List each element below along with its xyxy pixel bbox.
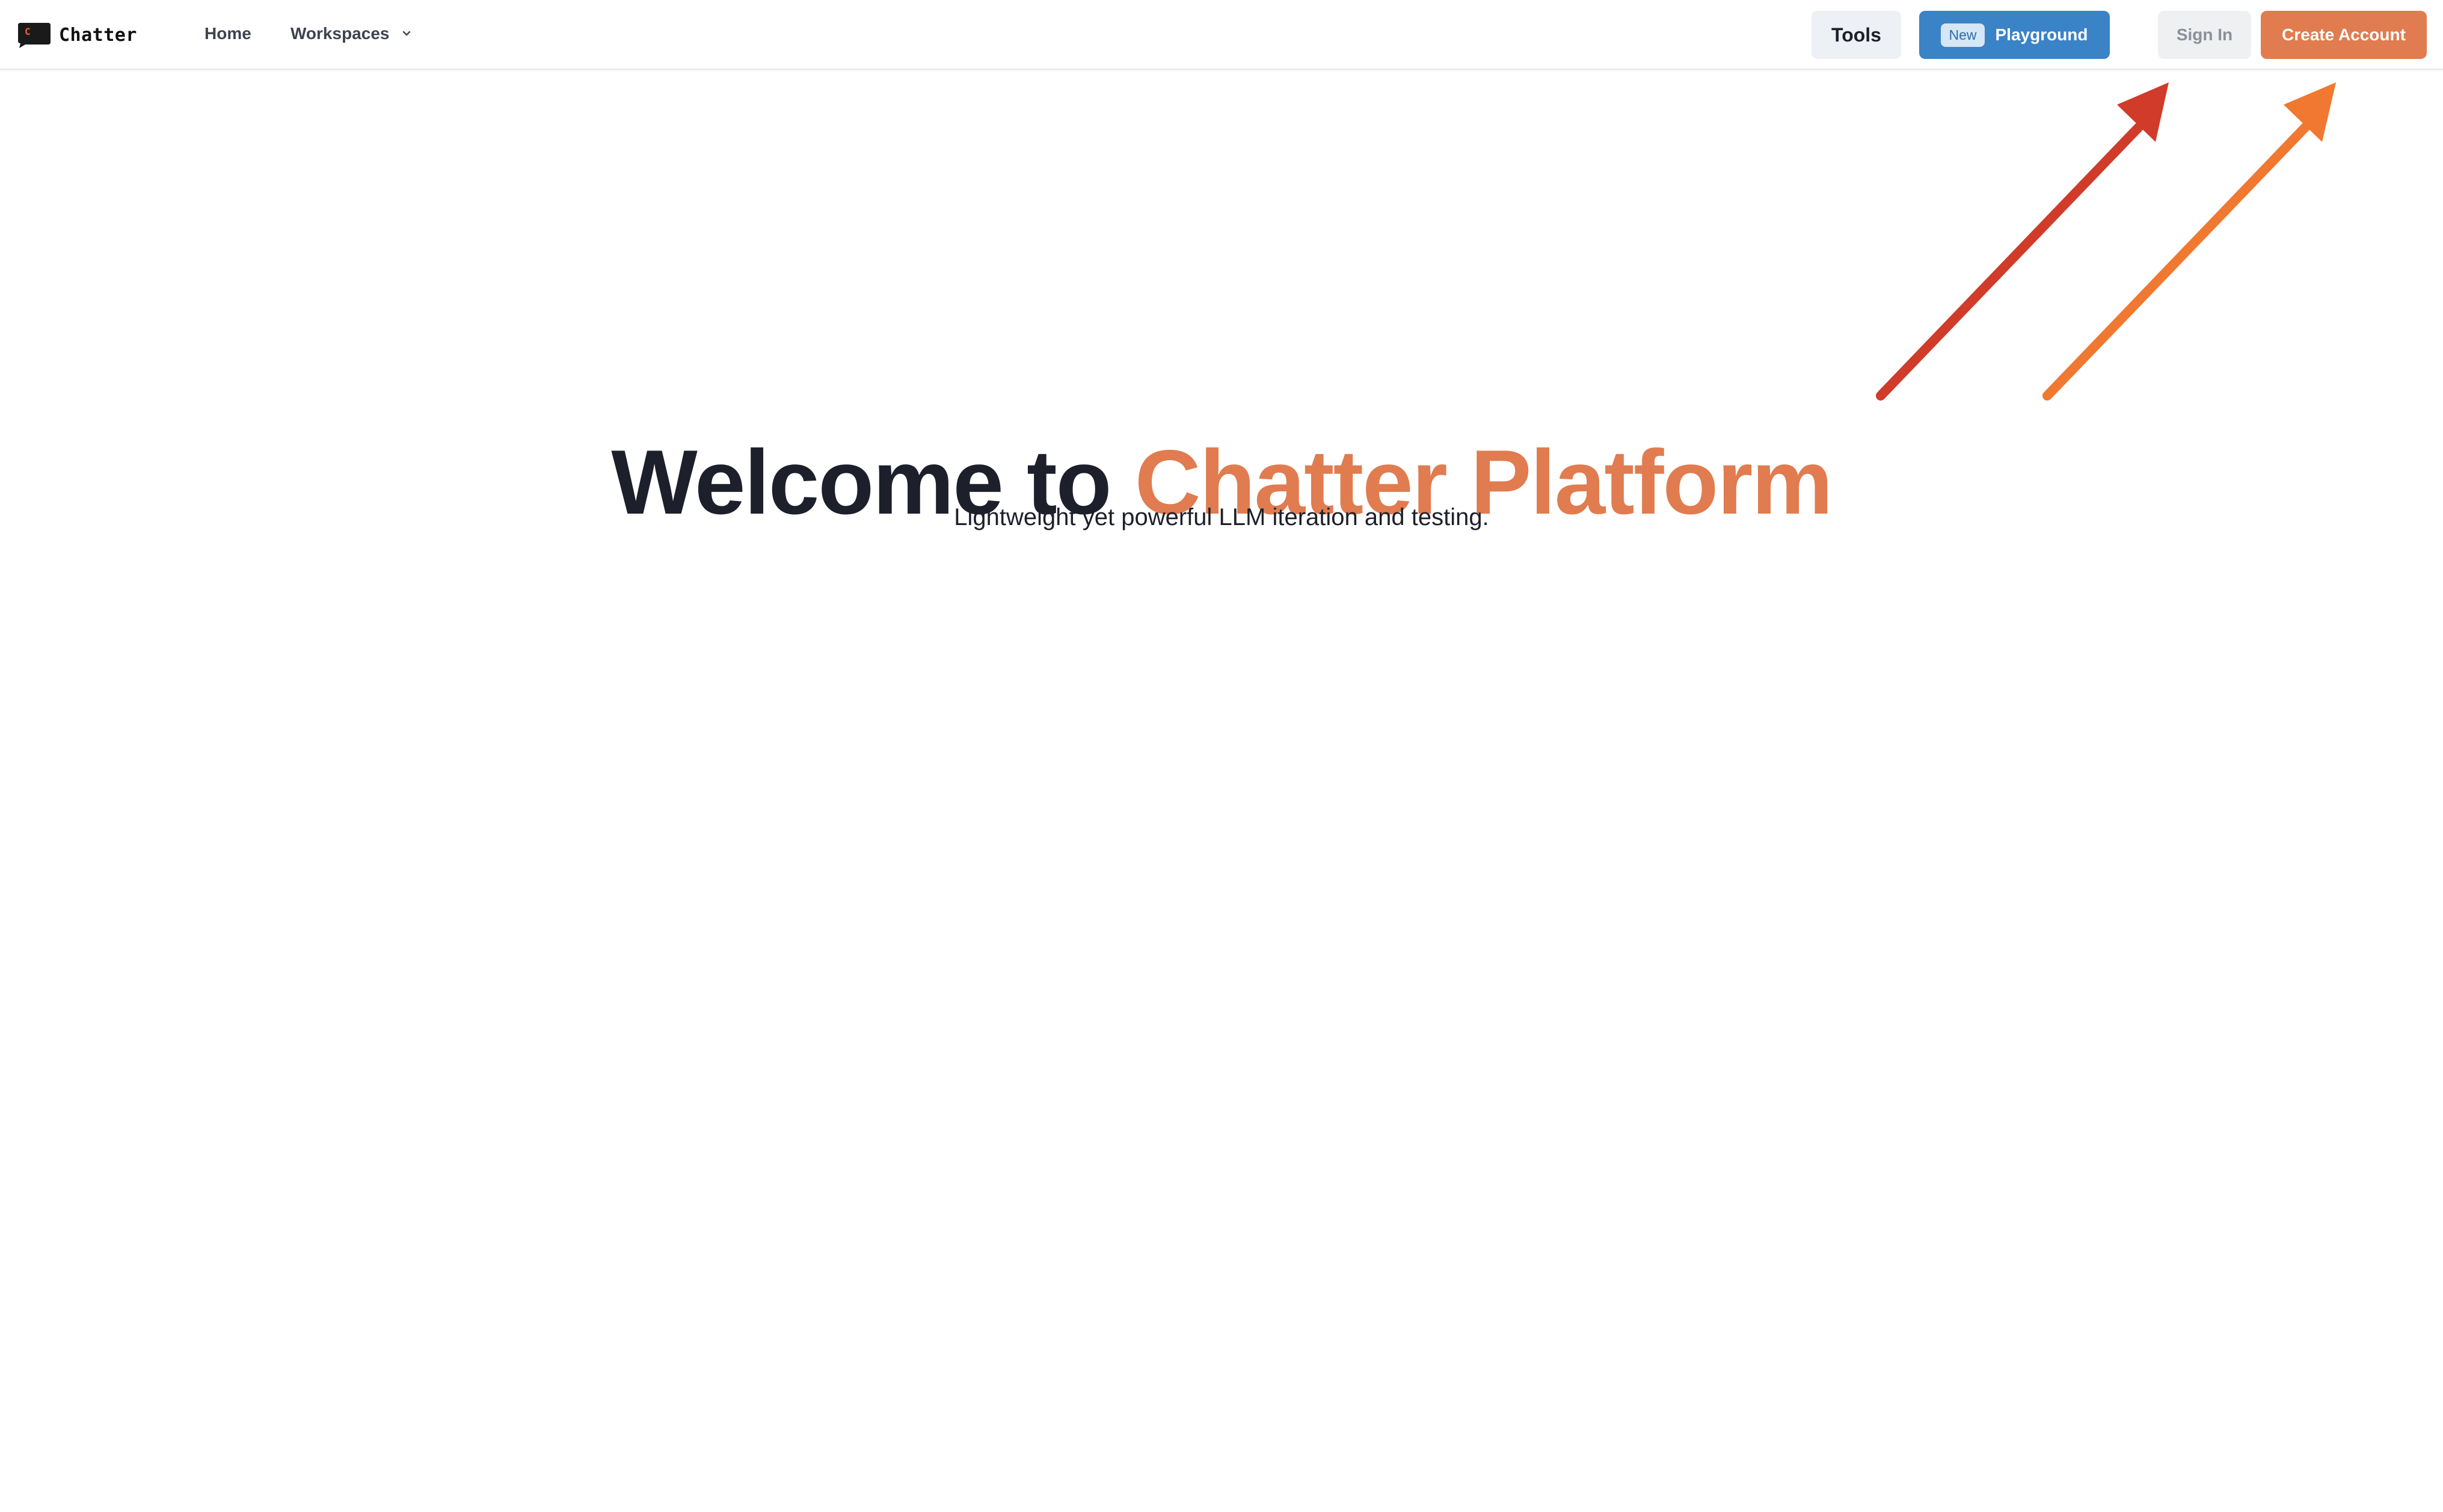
brand-name: Chatter xyxy=(59,24,137,46)
playground-button-label: Playground xyxy=(1995,25,2088,44)
annotation-arrows xyxy=(1876,82,2336,401)
red-arrow-icon xyxy=(1876,82,2169,401)
nav-home-link[interactable]: Home xyxy=(204,23,251,45)
brand[interactable]: C Chatter xyxy=(17,19,137,51)
sign-in-button-label: Sign In xyxy=(2176,25,2233,44)
create-account-button[interactable]: Create Account xyxy=(2261,11,2427,59)
sign-in-button[interactable]: Sign In xyxy=(2158,11,2251,59)
logo-letter: C xyxy=(25,26,31,37)
hero-subtitle: Lightweight yet powerful LLM iteration a… xyxy=(954,504,1489,530)
tools-button[interactable]: Tools xyxy=(1812,11,1901,59)
playground-button[interactable]: New Playground xyxy=(1919,11,2110,59)
nav-workspaces-label: Workspaces xyxy=(290,24,390,43)
chevron-down-icon xyxy=(403,31,411,36)
nav-workspaces-dropdown[interactable]: Workspaces xyxy=(290,23,413,45)
create-account-button-label: Create Account xyxy=(2282,25,2406,44)
orange-arrow-icon xyxy=(2042,82,2336,401)
tools-button-label: Tools xyxy=(1831,23,1881,46)
new-badge: New xyxy=(1941,23,1985,47)
top-navigation-bar: C Chatter Home Workspaces Tools New Play… xyxy=(0,0,2443,70)
chat-logo-icon: C xyxy=(18,23,51,48)
